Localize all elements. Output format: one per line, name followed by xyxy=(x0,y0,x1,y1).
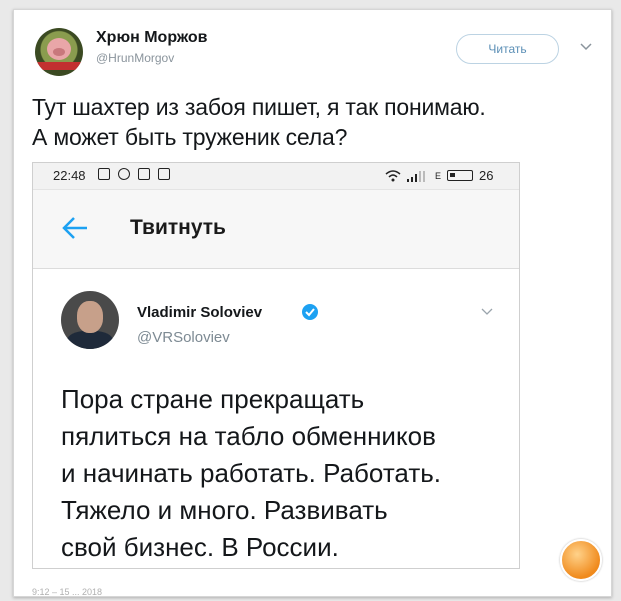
quoted-line: Пора стране прекращать xyxy=(61,384,365,414)
quoted-handle[interactable]: @VRSoloviev xyxy=(137,329,230,346)
quoted-line: Тяжело и много. Развивать xyxy=(61,495,388,525)
notification-icon xyxy=(98,168,110,180)
battery-level: 26 xyxy=(479,168,494,183)
network-label: E xyxy=(435,170,442,181)
author-avatar[interactable] xyxy=(35,28,83,76)
back-arrow-icon[interactable] xyxy=(61,216,89,240)
status-time: 22:48 xyxy=(53,168,86,183)
tweet-line: А может быть труженик села? xyxy=(32,124,348,150)
quoted-text: Пора стране прекращать пялиться на табло… xyxy=(61,381,511,566)
quoted-line: и начинать работать. Работать. xyxy=(61,458,441,488)
header-title: Твитнуть xyxy=(130,216,226,239)
verified-icon xyxy=(302,304,318,320)
caret-down-icon[interactable] xyxy=(481,307,493,316)
author-handle[interactable]: @HrunMorgov xyxy=(96,51,174,65)
compose-header: Твитнуть xyxy=(33,190,519,269)
phone-status-bar: 22:48 E 26 xyxy=(33,163,519,190)
message-icon xyxy=(158,168,170,180)
follow-button[interactable]: Читать xyxy=(456,34,559,64)
camera-icon xyxy=(138,168,150,180)
caret-down-icon[interactable] xyxy=(580,42,592,52)
quoted-name[interactable]: Vladimir Soloviev xyxy=(137,304,262,321)
signal-icon xyxy=(407,170,425,182)
wifi-icon xyxy=(385,169,401,181)
tweet-line: Тут шахтер из забоя пишет, я так понимаю… xyxy=(32,94,486,120)
alarm-icon xyxy=(118,168,130,180)
tweet-card: Хрюн Моржов @HrunMorgov Читать Тут шахте… xyxy=(13,9,612,597)
quoted-line: свой бизнес. В России. xyxy=(61,532,339,562)
battery-icon xyxy=(447,170,474,181)
tweet-date[interactable]: 9:12 – 15 ... 2018 xyxy=(32,587,102,596)
quoted-line: пялиться на табло обменников xyxy=(61,421,436,451)
author-name[interactable]: Хрюн Моржов xyxy=(96,29,207,47)
site-logo-icon xyxy=(560,539,602,581)
tweet-text: Тут шахтер из забоя пишет, я так понимаю… xyxy=(32,92,602,152)
quoted-avatar[interactable] xyxy=(61,291,119,349)
embedded-screenshot[interactable]: 22:48 E 26 Твитнуть Vladimir Soloviev @V… xyxy=(32,162,520,569)
